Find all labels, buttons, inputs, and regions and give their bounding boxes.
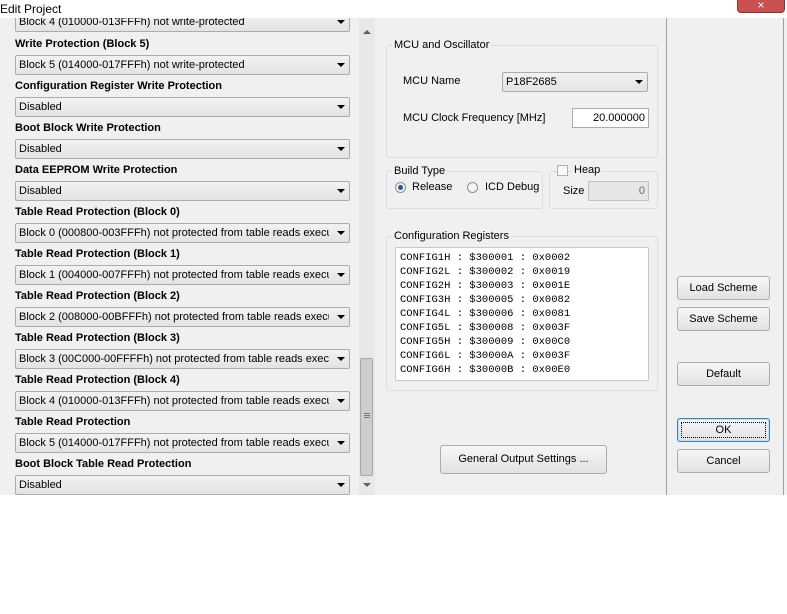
chevron-down-icon (337, 63, 345, 67)
icd-debug-label[interactable]: ICD Debug (485, 181, 539, 193)
heap-label: Heap (572, 164, 603, 176)
group-title: Build Type (392, 165, 448, 177)
chevron-down-icon (337, 105, 345, 109)
chevron-down-icon (337, 20, 345, 24)
group-label: Write Protection (Block 5) (15, 38, 150, 50)
chevron-down-icon (337, 189, 345, 193)
release-label[interactable]: Release (412, 181, 452, 193)
combo-table-read-protection-block-3[interactable]: Block 3 (00C000-00FFFFh) not protected f… (15, 349, 350, 369)
chevron-down-icon (337, 273, 345, 277)
window-title: Edit Project (0, 2, 62, 16)
mcu-oscillator-group: MCU and Oscillator (386, 39, 658, 158)
chevron-down-icon (337, 231, 345, 235)
ok-button[interactable]: OK (677, 418, 770, 442)
register-line: CONFIG1H : $300001 : 0x0002 (400, 252, 571, 264)
mcu-name-value: P18F2685 (506, 76, 557, 88)
combo-table-read-protection-block-4[interactable]: Block 4 (010000-013FFFh) not protected f… (15, 391, 350, 411)
chevron-down-icon (635, 80, 643, 84)
combo-config-register-write-protection[interactable]: Disabled (15, 97, 350, 117)
combo-write-protection-block-5[interactable]: Block 5 (014000-017FFFh) not write-prote… (15, 55, 350, 75)
group-label: Table Read Protection (15, 416, 131, 428)
combo-value: Block 3 (00C000-00FFFFh) not protected f… (19, 353, 329, 365)
general-output-settings-button[interactable]: General Output Settings ... (440, 445, 607, 474)
combo-table-read-protection-block-0[interactable]: Block 0 (000800-003FFFh) not protected f… (15, 223, 350, 243)
combo-boot-block-table-read-protection[interactable]: Disabled (15, 475, 350, 495)
chevron-down-icon (337, 483, 345, 487)
icd-debug-radio[interactable] (467, 182, 478, 193)
combo-value: Block 4 (010000-013FFFh) not write-prote… (19, 18, 245, 28)
vertical-scrollbar[interactable] (359, 18, 375, 495)
register-line: CONFIG6H : $30000B : 0x00E0 (400, 364, 571, 376)
focus-ring (681, 422, 766, 438)
group-label: Boot Block Table Read Protection (15, 458, 192, 470)
heap-size-input[interactable]: 0 (588, 181, 649, 201)
scroll-up-arrow-icon[interactable] (363, 30, 371, 34)
register-line: CONFIG6L : $30000A : 0x003F (400, 350, 571, 362)
group-title: Configuration Registers (392, 230, 511, 242)
register-line: CONFIG5L : $300008 : 0x003F (400, 322, 571, 334)
save-scheme-button[interactable]: Save Scheme (677, 307, 770, 331)
group-label: Table Read Protection (Block 1) (15, 248, 180, 260)
mcu-clock-label: MCU Clock Frequency [MHz] (403, 112, 546, 124)
combo-value: Disabled (19, 185, 62, 197)
grip-icon (364, 413, 370, 414)
configuration-registers-list[interactable]: CONFIG1H : $300001 : 0x0002 CONFIG2L : $… (395, 247, 649, 381)
mcu-name-label: MCU Name (403, 75, 461, 87)
group-title: MCU and Oscillator (392, 39, 492, 51)
group-label: Table Read Protection (Block 4) (15, 374, 180, 386)
register-line: CONFIG2H : $300003 : 0x001E (400, 280, 571, 292)
chevron-down-icon (337, 399, 345, 403)
release-radio[interactable] (395, 182, 406, 193)
combo-value: Block 5 (014000-017FFFh) not protected f… (19, 437, 329, 449)
heap-checkbox[interactable] (557, 165, 568, 176)
register-line: CONFIG5H : $300009 : 0x00C0 (400, 336, 571, 348)
group-label: Configuration Register Write Protection (15, 80, 222, 92)
group-label: Table Read Protection (Block 3) (15, 332, 180, 344)
combo-value: Block 0 (000800-003FFFh) not protected f… (19, 227, 329, 239)
combo-write-protection-block-4[interactable]: Block 4 (010000-013FFFh) not write-prote… (15, 18, 350, 32)
group-label: Table Read Protection (Block 0) (15, 206, 180, 218)
config-bits-list: Block 4 (010000-013FFFh) not write-prote… (0, 18, 375, 495)
combo-value: Disabled (19, 479, 62, 491)
cancel-button[interactable]: Cancel (677, 449, 770, 473)
combo-value: Block 5 (014000-017FFFh) not write-prote… (19, 59, 245, 71)
combo-table-read-protection-block-5[interactable]: Block 5 (014000-017FFFh) not protected f… (15, 433, 350, 453)
dialog-client: Block 4 (010000-013FFFh) not write-prote… (0, 18, 787, 495)
load-scheme-button[interactable]: Load Scheme (677, 276, 770, 300)
title-bar: Edit Project × (0, 0, 787, 18)
register-line: CONFIG2L : $300002 : 0x0019 (400, 266, 571, 278)
group-label: Data EEPROM Write Protection (15, 164, 178, 176)
combo-value: Block 4 (010000-013FFFh) not protected f… (19, 395, 329, 407)
heap-size-label: Size (563, 185, 585, 197)
scrollbar-thumb[interactable] (360, 358, 373, 476)
combo-table-read-protection-block-1[interactable]: Block 1 (004000-007FFFh) not protected f… (15, 265, 350, 285)
register-line: CONFIG3H : $300005 : 0x0082 (400, 294, 571, 306)
combo-value: Disabled (19, 101, 62, 113)
chevron-down-icon (337, 147, 345, 151)
combo-table-read-protection-block-2[interactable]: Block 2 (008000-00BFFFh) not protected f… (15, 307, 350, 327)
chevron-down-icon (337, 357, 345, 361)
default-button[interactable]: Default (677, 362, 770, 386)
register-line: CONFIG4L : $300006 : 0x0081 (400, 308, 571, 320)
divider (666, 18, 667, 495)
combo-boot-block-write-protection[interactable]: Disabled (15, 139, 350, 159)
combo-value: Disabled (19, 143, 62, 155)
edit-project-window: Edit Project × Block 4 (010000-013FFFh) … (0, 0, 787, 495)
combo-value: Block 2 (008000-00BFFFh) not protected f… (19, 311, 329, 323)
scroll-down-arrow-icon[interactable] (363, 483, 371, 487)
chevron-down-icon (337, 315, 345, 319)
combo-value: Block 1 (004000-007FFFh) not protected f… (19, 269, 329, 281)
mcu-name-select[interactable]: P18F2685 (502, 72, 648, 92)
group-label: Boot Block Write Protection (15, 122, 161, 134)
combo-data-eeprom-write-protection[interactable]: Disabled (15, 181, 350, 201)
close-button[interactable]: × (737, 0, 785, 13)
group-label: Table Read Protection (Block 2) (15, 290, 180, 302)
chevron-down-icon (337, 441, 345, 445)
divider (783, 18, 784, 495)
mcu-clock-input[interactable]: 20.000000 (572, 108, 649, 128)
